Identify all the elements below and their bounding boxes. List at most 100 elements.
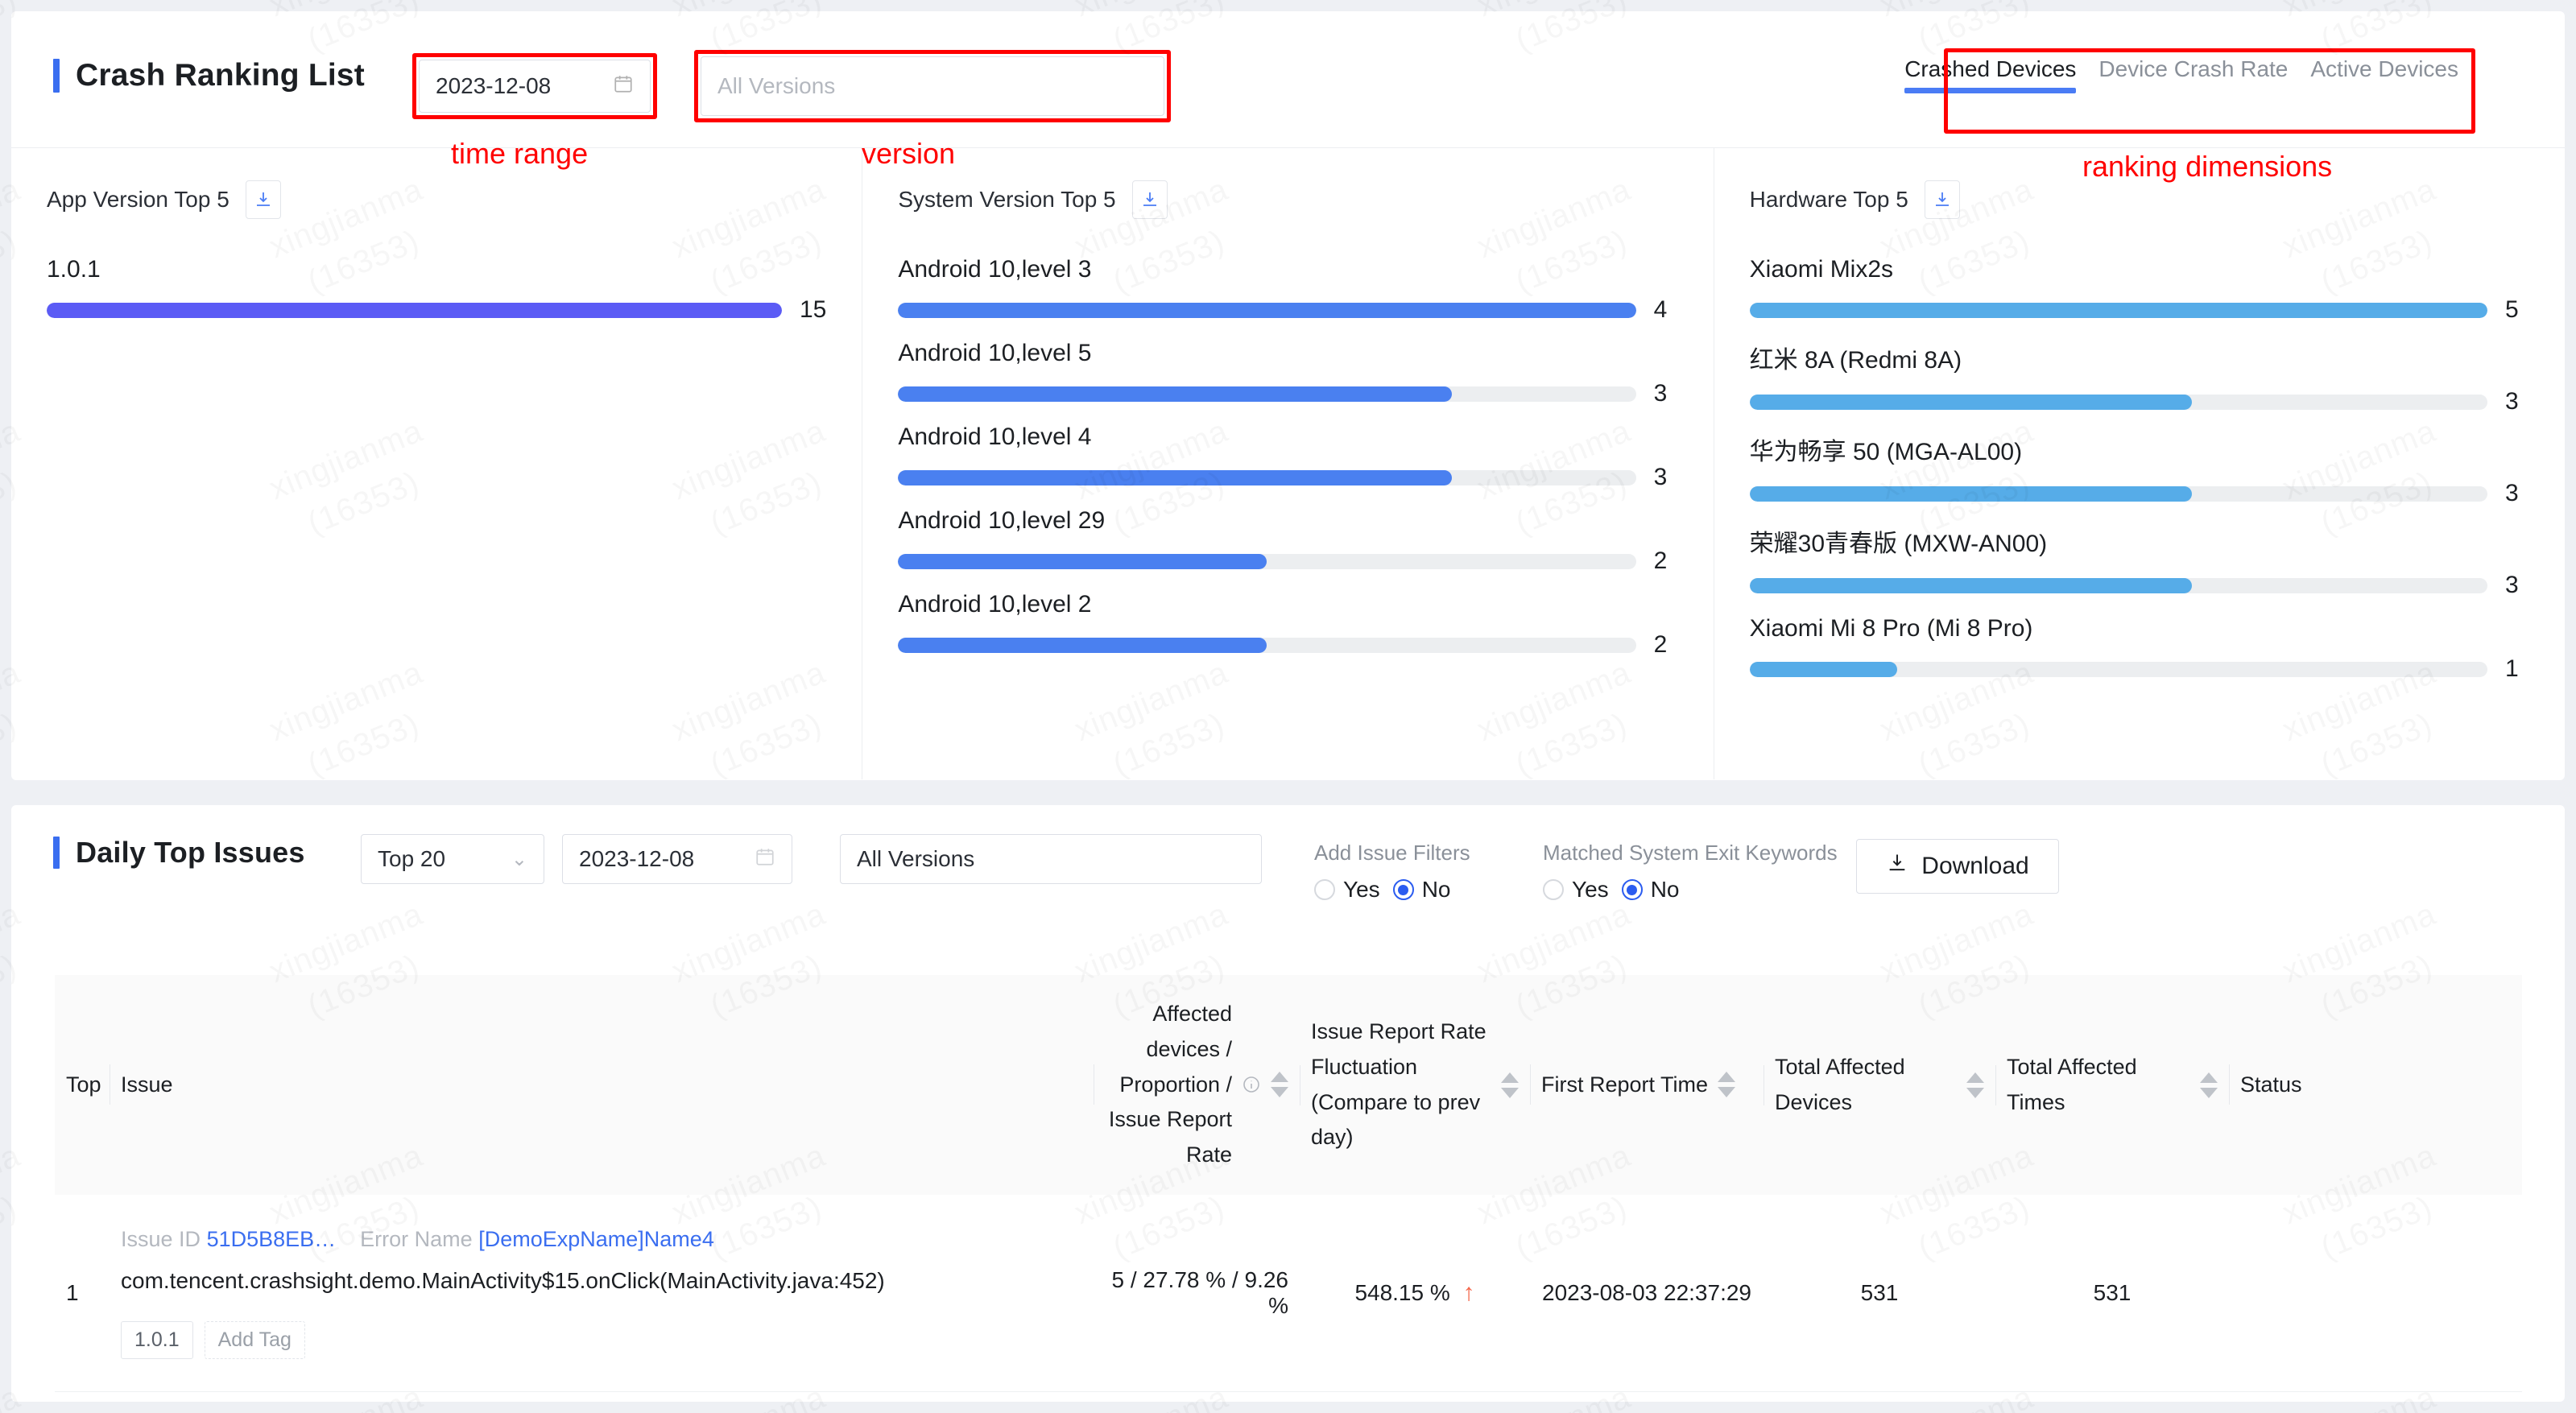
title-accent-bar [53, 59, 60, 93]
keywords-no[interactable]: No [1621, 877, 1680, 903]
chart-system-version-title: System Version Top 5 [898, 187, 1116, 212]
add-issue-filters-yes[interactable]: Yes [1314, 877, 1380, 903]
keywords-no-label: No [1650, 877, 1680, 902]
row-first-report: 2023-08-03 22:37:29 [1542, 1280, 1751, 1305]
bar-row: 15 [47, 296, 826, 324]
table-header-status-label: Status [2240, 1072, 2302, 1097]
bar-value: 15 [799, 296, 827, 323]
bar-label: Xiaomi Mi 8 Pro (Mi 8 Pro) [1749, 615, 2033, 642]
table-header-total-devices-label: Total Affected Devices [1775, 1054, 1905, 1114]
row-affected: 5 / 27.78 % / 9.26 % [1111, 1267, 1289, 1318]
row-total-times: 531 [2093, 1280, 2132, 1305]
chart-hardware-title: Hardware Top 5 [1749, 187, 1908, 212]
add-issue-filters-no[interactable]: No [1392, 877, 1451, 903]
bar-label: 荣耀30青春版 (MXW-AN00) [1749, 531, 2048, 557]
bar-item: 华为畅享 50 (MGA-AL00) 3 [1749, 432, 2529, 507]
bar-fill [1749, 661, 1897, 677]
bar-item: 1.0.1 15 [47, 256, 826, 324]
download-icon-system-version[interactable] [1131, 180, 1168, 219]
chevron-down-icon: ⌄ [511, 848, 527, 870]
matched-system-exit-keywords-label: Matched System Exit Keywords [1543, 841, 1838, 865]
download-icon-hardware[interactable] [1924, 180, 1960, 219]
table-header-affected[interactable]: Affected devices / Proportion / Issue Re… [1094, 982, 1300, 1188]
crash-ranking-header: Crash Ranking List 2023-12-08 All Versio… [11, 11, 2565, 183]
add-issue-filters-label: Add Issue Filters [1314, 841, 1470, 865]
table-header-first-report[interactable]: First Report Time [1530, 1053, 1764, 1118]
download-button[interactable]: Download [1856, 839, 2059, 894]
table-header-issue: Issue [110, 1053, 1094, 1118]
keywords-yes-label: Yes [1572, 877, 1609, 902]
row-issue-cell: Issue ID 51D5B8EB… Error Name [DemoExpNa… [110, 1213, 1094, 1374]
crash-date-input[interactable]: 2023-12-08 [419, 60, 651, 113]
bar-track [1749, 485, 2487, 502]
keywords-yes[interactable]: Yes [1543, 877, 1609, 903]
chart-app-version: App Version Top 5 1.0.1 15 [11, 148, 862, 779]
issue-tags: 1.0.1 Add Tag [121, 1321, 1082, 1359]
bar-label: Android 10,level 2 [898, 591, 1092, 618]
daily-top-issues-table: Top Issue Affected devices / Proportion … [55, 975, 2522, 1392]
table-header-top: Top [55, 1053, 110, 1118]
bar-value: 2 [1653, 547, 1668, 574]
bar-item: 红米 8A (Redmi 8A) 3 [1749, 340, 2529, 415]
tab-active-devices[interactable]: Active Devices [2299, 56, 2470, 100]
crash-version-input[interactable]: All Versions [701, 56, 1164, 116]
bar-track [1749, 661, 2487, 677]
bar-fill [1749, 485, 2193, 502]
radio-icon-selected [1392, 879, 1414, 900]
bar-item: Android 10,level 29 2 [898, 507, 1677, 575]
add-tag-button[interactable]: Add Tag [204, 1321, 305, 1359]
bar-label: 红米 8A (Redmi 8A) [1749, 347, 1962, 374]
page-title: Crash Ranking List [53, 58, 365, 93]
bar-fill [898, 553, 1267, 569]
sort-control-total-devices[interactable] [1966, 1072, 1984, 1098]
bar-label: Android 10,level 3 [898, 256, 1092, 283]
daily-top-issues-title-wrap: Daily Top Issues [53, 836, 305, 870]
trend-up-icon: ↑ [1462, 1279, 1475, 1306]
issue-stack-trace[interactable]: com.tencent.crashsight.demo.MainActivity… [121, 1268, 1082, 1294]
sort-control-affected[interactable] [1271, 1072, 1288, 1098]
error-name-link[interactable]: [DemoExpName]Name4 [478, 1227, 714, 1251]
bar-item: Android 10,level 2 2 [898, 591, 1677, 659]
sort-control-total-times[interactable] [2200, 1072, 2218, 1098]
sort-control-fluctuation[interactable] [1501, 1072, 1519, 1098]
issues-version-input[interactable]: All Versions [840, 834, 1262, 884]
calendar-icon [613, 73, 634, 100]
ranking-charts: App Version Top 5 1.0.1 15 System Versio… [11, 148, 2565, 779]
bar-value: 2 [1653, 631, 1668, 658]
crash-ranking-title: Crash Ranking List [76, 58, 365, 93]
tab-device-crash-rate[interactable]: Device Crash Rate [2087, 56, 2299, 100]
bar-fill [898, 302, 1636, 318]
bar-label: Xiaomi Mix2s [1749, 256, 1894, 283]
download-icon-app-version[interactable] [245, 180, 281, 219]
calendar-icon [755, 846, 775, 873]
issues-date-value: 2023-12-08 [579, 846, 695, 871]
tab-crashed-devices[interactable]: Crashed Devices [1893, 56, 2087, 100]
table-header-total-devices[interactable]: Total Affected Devices [1764, 1035, 1995, 1134]
bar-track [1749, 302, 2487, 318]
table-header-total-times[interactable]: Total Affected Times [1995, 1035, 2229, 1134]
bar-item: Android 10,level 3 4 [898, 256, 1677, 324]
chart-system-version-header: System Version Top 5 [898, 180, 1677, 219]
chart-app-version-bars: 1.0.1 15 [47, 256, 826, 324]
bar-track [1749, 394, 2487, 410]
top-count-select[interactable]: Top 20 ⌄ [361, 834, 544, 884]
annotation-label-ranking-dimensions: ranking dimensions [2082, 150, 2333, 183]
table-header-fluctuation[interactable]: Issue Report Rate Fluctuation (Compare t… [1300, 1000, 1530, 1170]
info-icon[interactable] [1242, 1075, 1261, 1094]
issue-id-link[interactable]: 51D5B8EB… [207, 1227, 337, 1251]
add-issue-filters-group: Add Issue Filters Yes No [1314, 841, 1470, 903]
error-name-label: Error Name [360, 1227, 473, 1251]
bar-track [898, 302, 1636, 318]
add-issue-filters-yes-label: Yes [1343, 877, 1380, 902]
page-root: Crash Ranking List 2023-12-08 All Versio… [0, 0, 2576, 1413]
sort-control-first-report[interactable] [1718, 1072, 1736, 1098]
matched-system-exit-keywords-group: Matched System Exit Keywords Yes No [1543, 841, 1838, 903]
chart-hardware-header: Hardware Top 5 [1750, 180, 2529, 219]
issues-date-input[interactable]: 2023-12-08 [562, 834, 792, 884]
row-fluctuation: 548.15 % ↑ [1300, 1265, 1530, 1321]
bar-item: Android 10,level 4 3 [898, 423, 1677, 491]
version-tag[interactable]: 1.0.1 [121, 1321, 193, 1359]
add-issue-filters-no-label: No [1421, 877, 1451, 902]
chart-hardware: Hardware Top 5 Xiaomi Mix2s 5 红米 8A (Red… [1713, 148, 2565, 779]
bar-track [898, 637, 1636, 653]
